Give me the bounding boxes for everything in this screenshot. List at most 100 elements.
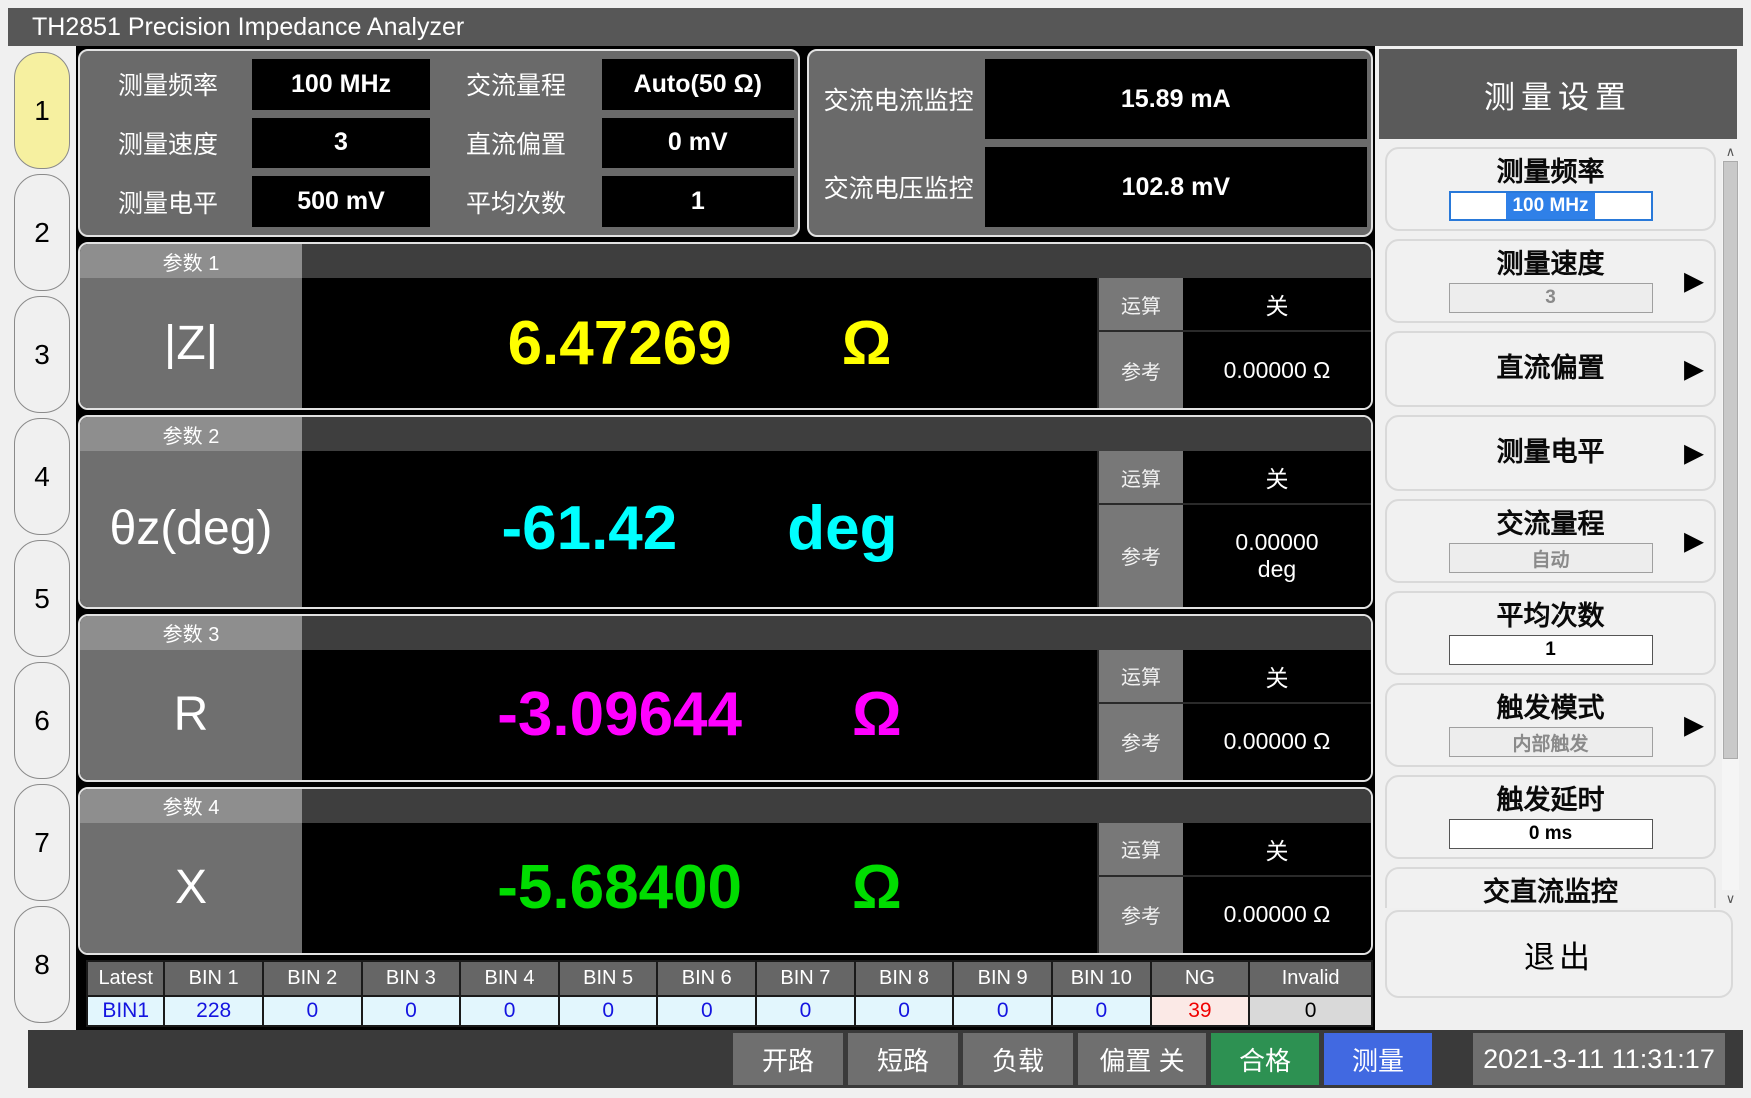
trigger-mode-input[interactable]: 内部触发 <box>1449 727 1653 757</box>
bin-header-cell: BIN 8 <box>856 962 955 995</box>
reference-value[interactable]: 0.00000 deg <box>1183 505 1371 606</box>
trigger-delay-input[interactable]: 0 ms <box>1449 819 1653 849</box>
bin-table-header: Latest BIN 1 BIN 2 BIN 3 BIN 4 BIN 5 BIN… <box>88 962 1371 995</box>
reference-value[interactable]: 0.00000 Ω <box>1183 332 1371 408</box>
page-tab-3[interactable]: 3 <box>14 296 70 413</box>
sidebar-item-label: 直流偏置 <box>1497 351 1605 385</box>
bin-header-cell: BIN 6 <box>658 962 757 995</box>
operation-value[interactable]: 关 <box>1183 823 1371 875</box>
scroll-up-icon[interactable]: ∧ <box>1722 143 1739 161</box>
operation-value[interactable]: 关 <box>1183 278 1371 330</box>
bin-value-cell: 0 <box>954 995 1053 1025</box>
bin-header-cell: BIN 4 <box>461 962 560 995</box>
sidebar-item-ac-range[interactable]: 交流量程 自动 ▶ <box>1385 499 1716 583</box>
sidebar-item-trigger-mode[interactable]: 触发模式 内部触发 ▶ <box>1385 683 1716 767</box>
load-correction-button[interactable]: 负载 <box>963 1033 1073 1085</box>
parameter-name[interactable]: |Z| <box>80 278 302 408</box>
bin-header-cell: BIN 7 <box>757 962 856 995</box>
parameter-value: -61.42 <box>501 493 677 564</box>
reference-value[interactable]: 0.00000 Ω <box>1183 704 1371 780</box>
speed-input[interactable]: 3 <box>1449 283 1653 313</box>
page-tab-5[interactable]: 5 <box>14 540 70 657</box>
scroll-down-icon[interactable]: ∨ <box>1722 890 1739 908</box>
bin-value-ng: 39 <box>1152 995 1251 1025</box>
bin-header-cell: Latest <box>88 962 165 995</box>
submenu-arrow-icon: ▶ <box>1684 710 1704 741</box>
page-tab-8[interactable]: 8 <box>14 906 70 1023</box>
parameter-name[interactable]: θz(deg) <box>80 451 302 606</box>
operation-label: 运算 <box>1099 451 1183 503</box>
sidebar-item-label: 触发延时 <box>1497 783 1605 817</box>
parameter-unit: deg <box>787 493 897 564</box>
sidebar-scrollbar[interactable]: ∧ ∨ <box>1722 143 1739 908</box>
parameter-unit: Ω <box>852 852 902 923</box>
reference-label: 参考 <box>1099 704 1183 780</box>
page-tab-2[interactable]: 2 <box>14 174 70 291</box>
frequency-input[interactable]: 100 MHz <box>1449 191 1653 221</box>
setting-value-frequency[interactable]: 100 MHz <box>252 59 430 110</box>
bin-value-cell: 0 <box>264 995 363 1025</box>
setting-value-ac-range[interactable]: Auto(50 Ω) <box>602 59 794 110</box>
app-window: TH2851 Precision Impedance Analyzer 1 2 … <box>0 0 1751 1098</box>
parameter-name[interactable]: R <box>80 650 302 780</box>
sidebar-item-frequency[interactable]: 测量频率 100 MHz <box>1385 147 1716 231</box>
bin-header-cell: BIN 10 <box>1053 962 1152 995</box>
average-input[interactable]: 1 <box>1449 635 1653 665</box>
bin-value-invalid: 0 <box>1250 995 1371 1025</box>
parameter-reading: -3.09644 Ω <box>302 650 1097 780</box>
short-correction-button[interactable]: 短路 <box>848 1033 958 1085</box>
sidebar-item-label: 触发模式 <box>1497 691 1605 725</box>
bin-table-values: BIN1 228 0 0 0 0 0 0 0 0 0 39 0 <box>88 995 1371 1025</box>
sidebar-item-trigger-delay[interactable]: 触发延时 0 ms <box>1385 775 1716 859</box>
sidebar-item-label: 测量频率 <box>1497 155 1605 189</box>
sidebar-item-label: 测量电平 <box>1497 435 1605 469</box>
sidebar-item-acdc-monitor[interactable]: 交直流监控 <box>1385 867 1716 908</box>
ac-range-input[interactable]: 自动 <box>1449 543 1653 573</box>
operation-label: 运算 <box>1099 823 1183 875</box>
parameter-panel-1: 参数 1 |Z| 6.47269 Ω 运算 关 <box>78 242 1373 410</box>
sidebar-item-dc-bias[interactable]: 直流偏置 ▶ <box>1385 331 1716 407</box>
parameter-name[interactable]: X <box>80 823 302 953</box>
sidebar-item-speed[interactable]: 测量速度 3 ▶ <box>1385 239 1716 323</box>
measurement-area: 测量频率 100 MHz 交流量程 Auto(50 Ω) 测量速度 3 直流偏置… <box>76 46 1375 1030</box>
setting-value-dc-bias[interactable]: 0 mV <box>602 118 794 169</box>
reference-label: 参考 <box>1099 877 1183 953</box>
sidebar-item-label: 测量速度 <box>1497 247 1605 281</box>
parameter-unit: Ω <box>852 679 902 750</box>
sidebar-item-label: 交流量程 <box>1497 507 1605 541</box>
scrollbar-track[interactable] <box>1722 161 1739 890</box>
setting-value-level[interactable]: 500 mV <box>252 176 430 227</box>
open-correction-button[interactable]: 开路 <box>733 1033 843 1085</box>
bias-off-button[interactable]: 偏置 关 <box>1078 1033 1206 1085</box>
sidebar-item-label: 平均次数 <box>1497 599 1605 633</box>
parameter-panel-2: 参数 2 θz(deg) -61.42 deg 运算 关 <box>78 415 1373 608</box>
bin-value-cell: 0 <box>757 995 856 1025</box>
parameter-tag: 参数 2 <box>80 417 302 451</box>
page-tab-4[interactable]: 4 <box>14 418 70 535</box>
bin-header-cell: BIN 5 <box>560 962 659 995</box>
reference-value[interactable]: 0.00000 Ω <box>1183 877 1371 953</box>
operation-value[interactable]: 关 <box>1183 451 1371 503</box>
exit-button[interactable]: 退出 <box>1385 910 1733 998</box>
page-tab-6[interactable]: 6 <box>14 662 70 779</box>
submenu-arrow-icon: ▶ <box>1684 266 1704 297</box>
setting-label: 测量频率 <box>84 59 252 110</box>
operation-value[interactable]: 关 <box>1183 650 1371 702</box>
page-tab-7[interactable]: 7 <box>14 784 70 901</box>
bin-value-latest: BIN1 <box>88 995 165 1025</box>
setting-label: 交流量程 <box>430 59 602 110</box>
bin-header-cell: BIN 2 <box>264 962 363 995</box>
sidebar-item-level[interactable]: 测量电平 ▶ <box>1385 415 1716 491</box>
bin-value-cell: 0 <box>363 995 462 1025</box>
bin-value-cell: 0 <box>658 995 757 1025</box>
parameter-unit: Ω <box>842 308 892 379</box>
window-title: TH2851 Precision Impedance Analyzer <box>32 13 464 42</box>
setting-label: 测量电平 <box>84 176 252 227</box>
sidebar-item-average[interactable]: 平均次数 1 <box>1385 591 1716 675</box>
setting-value-average[interactable]: 1 <box>602 176 794 227</box>
scrollbar-thumb[interactable] <box>1723 161 1738 759</box>
sidebar-title: 测量设置 <box>1379 49 1737 139</box>
setting-value-speed[interactable]: 3 <box>252 118 430 169</box>
datetime-display: 2021-3-11 11:31:17 <box>1473 1033 1725 1085</box>
page-tab-1[interactable]: 1 <box>14 52 70 169</box>
